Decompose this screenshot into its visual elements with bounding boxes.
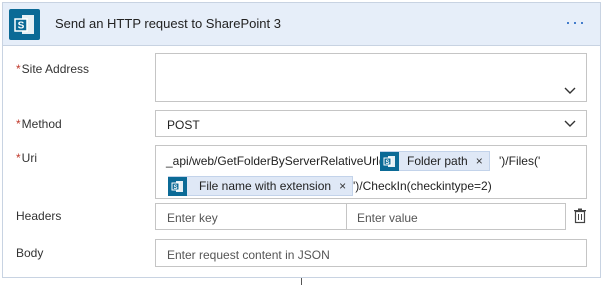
method-dropdown[interactable]: POST: [155, 110, 587, 137]
uri-text-segment: _api/web/GetFolderByServerRelativeUrl(': [166, 154, 386, 168]
headers-label: Headers: [16, 209, 62, 223]
required-marker: *: [16, 62, 21, 76]
divider: [346, 204, 347, 229]
token-label: Folder path: [407, 154, 468, 168]
connector-line: [301, 278, 302, 285]
header-value-input[interactable]: Enter value: [357, 211, 418, 225]
folder-path-token[interactable]: S Folder path ×: [380, 151, 490, 171]
required-marker: *: [16, 151, 21, 165]
uri-text-segment: ')/Files(': [499, 154, 541, 168]
sharepoint-icon: S: [168, 176, 187, 196]
token-label: File name with extension: [199, 179, 332, 193]
svg-text:S: S: [385, 160, 389, 166]
body-placeholder: Enter request content in JSON: [167, 248, 330, 262]
body-input[interactable]: Enter request content in JSON: [155, 239, 587, 267]
uri-input[interactable]: _api/web/GetFolderByServerRelativeUrl(' …: [155, 145, 587, 199]
delete-icon[interactable]: [573, 208, 587, 224]
uri-label: *Uri: [16, 151, 37, 165]
remove-token-icon[interactable]: ×: [472, 154, 489, 168]
sharepoint-icon: S: [9, 9, 40, 40]
chevron-down-icon: [564, 87, 576, 94]
method-value: POST: [167, 118, 200, 132]
card-title: Send an HTTP request to SharePoint 3: [55, 16, 281, 31]
chevron-down-icon: [564, 120, 576, 127]
more-options-icon[interactable]: ···: [565, 13, 586, 31]
file-name-token[interactable]: S File name with extension ×: [168, 176, 354, 196]
svg-text:S: S: [173, 185, 177, 191]
required-marker: *: [16, 117, 21, 131]
uri-label-text: Uri: [21, 151, 37, 165]
site-address-label-text: Site Address: [21, 62, 90, 76]
card-header[interactable]: S Send an HTTP request to SharePoint 3 ·…: [3, 3, 600, 46]
remove-token-icon[interactable]: ×: [335, 179, 352, 193]
svg-text:S: S: [18, 21, 25, 32]
method-label-text: Method: [21, 117, 62, 131]
site-address-label: *Site Address: [16, 62, 89, 76]
uri-text-segment: ')/CheckIn(checkintype=2): [353, 179, 492, 193]
method-label: *Method: [16, 117, 62, 131]
site-address-dropdown[interactable]: [155, 53, 587, 102]
header-key-input[interactable]: Enter key: [167, 211, 218, 225]
sharepoint-icon: S: [380, 151, 399, 171]
action-card: S Send an HTTP request to SharePoint 3 ·…: [2, 2, 601, 278]
body-label: Body: [16, 246, 44, 260]
headers-row: Enter key Enter value: [155, 203, 566, 230]
